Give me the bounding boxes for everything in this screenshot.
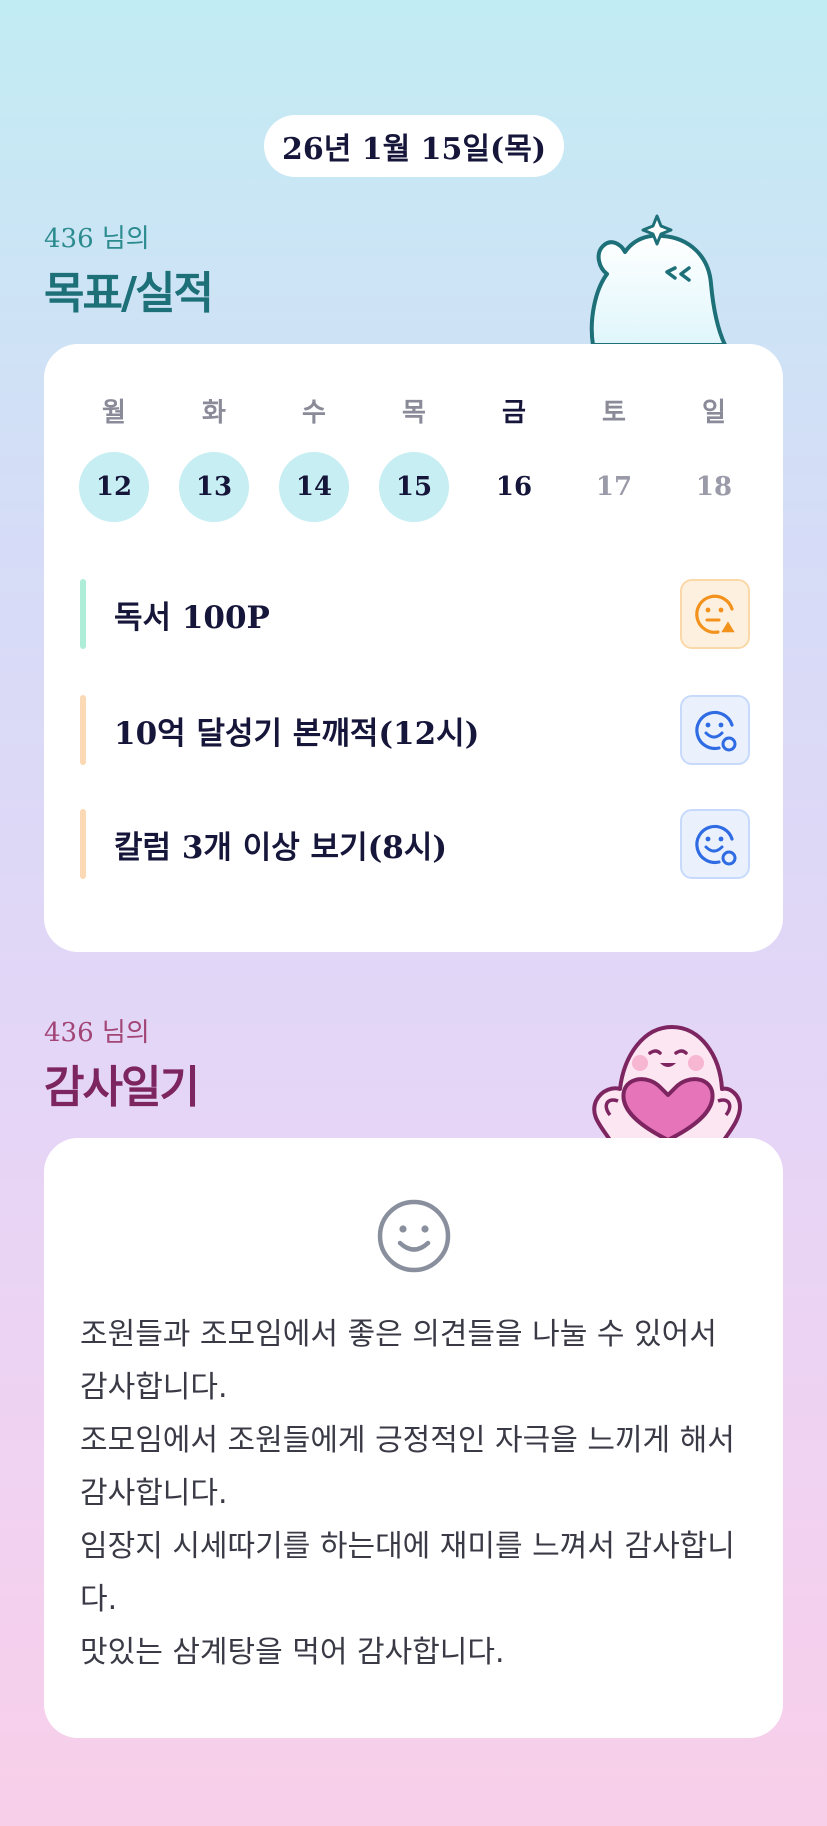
day-date: 13 — [179, 452, 249, 522]
day-name: 화 — [202, 398, 226, 428]
day-date: 12 — [79, 452, 149, 522]
gratitude-entry: 맛있는 삼계탕을 먹어 감사합니다. — [80, 1635, 505, 1670]
gratitude-entry: 조모임에서 조원들에게 긍정적인 자극을 느끼게 해서 감사합니다. — [80, 1423, 735, 1511]
day-date: 17 — [595, 472, 633, 502]
day-name: 목 — [402, 398, 426, 428]
goal-item[interactable]: 10억 달성기 본깨적(12시) — [80, 694, 750, 766]
smile-check-icon — [695, 824, 737, 866]
date-pill[interactable]: 26년 1월 15일(목) — [264, 115, 564, 177]
gratitude-section-header: 436 님의 감사일기 — [44, 1012, 200, 1115]
day-mon[interactable]: 월 12 — [79, 392, 149, 522]
day-date: 16 — [495, 472, 533, 502]
smile-face-icon[interactable] — [376, 1198, 452, 1274]
day-tue[interactable]: 화 13 — [179, 392, 249, 522]
day-wed[interactable]: 수 14 — [279, 392, 349, 522]
day-date: 18 — [695, 472, 733, 502]
smile-check-icon — [695, 710, 737, 752]
goals-section-title: 목표/실적 — [44, 268, 214, 319]
goal-label: 10억 달성기 본깨적(12시) — [114, 715, 480, 752]
goal-status-button[interactable] — [680, 695, 750, 765]
day-name: 토 — [602, 398, 626, 428]
gratitude-entry: 임장지 시세따기를 하는대에 재미를 느껴서 감사합니다. — [80, 1529, 735, 1617]
day-sun[interactable]: 일 18 — [679, 392, 749, 522]
day-name: 수 — [302, 398, 326, 428]
day-thu[interactable]: 목 15 — [379, 392, 449, 522]
goals-section-header: 436 님의 목표/실적 — [44, 218, 214, 321]
gratitude-user-line: 436 님의 — [44, 1018, 150, 1048]
goal-accent-bar — [80, 579, 86, 649]
goals-card: 월 12 화 13 수 14 목 15 금 16 토 17 일 18 독서 10… — [44, 344, 783, 952]
day-name: 월 — [102, 398, 126, 428]
goal-status-button[interactable] — [680, 809, 750, 879]
gratitude-section-title: 감사일기 — [44, 1062, 200, 1113]
gratitude-card: 조원들과 조모임에서 좋은 의견들을 나눌 수 있어서 감사합니다. 조모임에서… — [44, 1138, 783, 1738]
goal-item[interactable]: 독서 100P — [80, 578, 750, 650]
day-sat[interactable]: 토 17 — [579, 392, 649, 522]
gratitude-entry: 조원들과 조모임에서 좋은 의견들을 나눌 수 있어서 감사합니다. — [80, 1317, 717, 1405]
date-label: 26년 1월 15일(목) — [281, 132, 547, 167]
warning-face-icon — [695, 594, 737, 634]
goal-label: 칼럼 3개 이상 보기(8시) — [114, 829, 448, 866]
goal-status-button[interactable] — [680, 579, 750, 649]
goal-accent-bar — [80, 695, 86, 765]
goals-user-line: 436 님의 — [44, 224, 150, 254]
day-date: 14 — [279, 452, 349, 522]
goal-label: 독서 100P — [114, 599, 270, 636]
mascot-pink-heart-icon — [592, 1025, 742, 1140]
day-name: 금 — [502, 398, 526, 428]
day-date: 15 — [379, 452, 449, 522]
goal-accent-bar — [80, 809, 86, 879]
goal-item[interactable]: 칼럼 3개 이상 보기(8시) — [80, 808, 750, 880]
week-strip: 월 12 화 13 수 14 목 15 금 16 토 17 일 18 — [79, 392, 749, 522]
day-name: 일 — [702, 398, 726, 428]
day-fri[interactable]: 금 16 — [479, 392, 549, 522]
gratitude-entries: 조원들과 조모임에서 좋은 의견들을 나눌 수 있어서 감사합니다. 조모임에서… — [80, 1308, 750, 1679]
mascot-teal-thumbs-up-icon — [589, 214, 727, 345]
